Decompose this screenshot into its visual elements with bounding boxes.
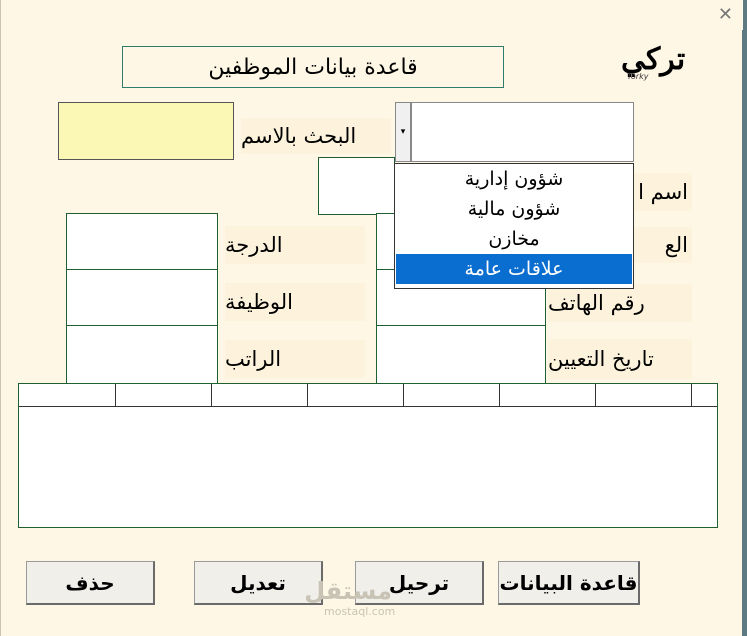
salary-input[interactable] — [66, 325, 218, 384]
watermark: مستقل mostaql.com — [304, 577, 396, 627]
grid-column-header[interactable] — [692, 384, 717, 406]
watermark-arabic: مستقل — [304, 577, 392, 605]
grid-column-header[interactable] — [308, 384, 404, 406]
grid-column-header[interactable] — [404, 384, 500, 406]
brand-logo: تركي Torky — [621, 42, 711, 88]
grid-column-header[interactable] — [19, 384, 116, 406]
page-title: قاعدة بيانات الموظفين — [122, 46, 504, 88]
dropdown-option-selected[interactable]: علاقات عامة — [396, 254, 632, 284]
grid-column-header[interactable] — [500, 384, 596, 406]
employee-form-window: ✕ قاعدة بيانات الموظفين تركي Torky البحث… — [0, 0, 743, 636]
job-input[interactable] — [66, 269, 218, 326]
delete-button[interactable]: حذف — [26, 561, 155, 605]
grid-header-row — [19, 384, 717, 407]
department-combobox-field[interactable] — [411, 102, 634, 162]
grade-input[interactable] — [66, 213, 218, 270]
database-button[interactable]: قاعدة البيانات — [498, 561, 640, 605]
salary-label: الراتب — [225, 340, 365, 378]
grid-column-header[interactable] — [116, 384, 212, 406]
grid-column-header[interactable] — [212, 384, 308, 406]
hire-date-label: تاريخ التعيين — [548, 339, 692, 379]
search-result-box[interactable] — [58, 102, 234, 160]
search-name-input[interactable] — [318, 157, 395, 215]
employees-data-grid[interactable] — [18, 383, 718, 528]
grid-column-header[interactable] — [596, 384, 692, 406]
dropdown-option[interactable]: شؤون إدارية — [395, 164, 633, 194]
phone-label: رقم الهاتف — [548, 284, 692, 322]
dropdown-option[interactable]: مخازن — [395, 224, 633, 254]
hire-date-input[interactable] — [376, 325, 546, 384]
watermark-latin: mostaql.com — [324, 605, 396, 618]
grade-label: الدرجة — [225, 226, 365, 264]
logo-latin-text: Torky — [627, 72, 649, 81]
chevron-down-icon: ▾ — [400, 127, 406, 137]
dropdown-arrow-button[interactable]: ▾ — [395, 102, 411, 162]
search-by-name-label: البحث بالاسم — [241, 118, 391, 154]
employee-name-label: اسم ا — [634, 173, 692, 211]
department-dropdown-list: شؤون إدارية شؤون مالية مخازن علاقات عامة — [394, 163, 634, 289]
job-label: الوظيفة — [225, 283, 365, 321]
background-strip-right — [742, 0, 747, 636]
close-icon[interactable]: ✕ — [718, 4, 733, 25]
title-bar: ✕ — [1, 0, 743, 30]
second-field-label: الع — [634, 227, 692, 263]
dropdown-option[interactable]: شؤون مالية — [395, 194, 633, 224]
